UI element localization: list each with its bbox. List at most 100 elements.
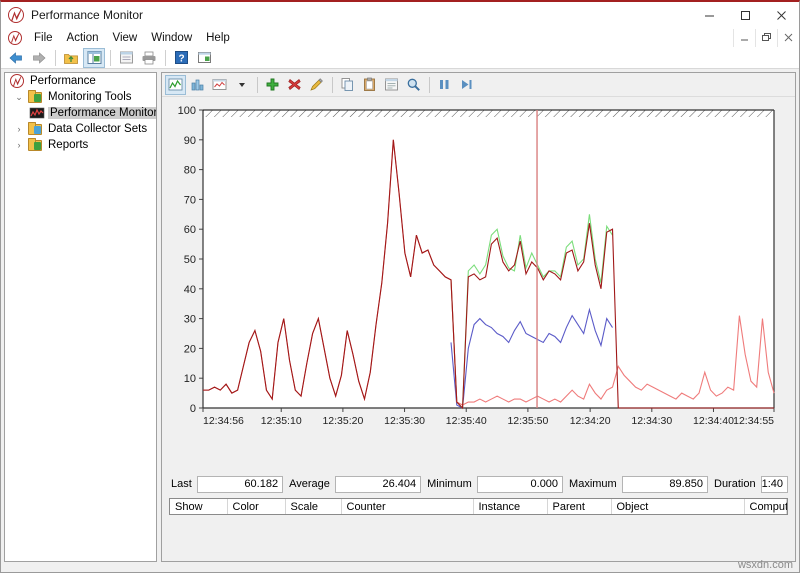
main-body: Performance ⌄ Monitoring Tools Performan…	[1, 69, 799, 572]
stat-value-last: 60.182	[197, 476, 283, 493]
window-controls	[691, 2, 799, 28]
change-graph-type-dropdown-icon[interactable]	[231, 75, 252, 95]
folder-data-icon	[27, 121, 43, 137]
y-axis-tick-label: 80	[184, 165, 196, 177]
highlight-icon[interactable]	[306, 75, 327, 95]
performance-monitor-icon	[8, 7, 24, 23]
back-icon[interactable]	[5, 48, 27, 68]
sidebar-item-data-collector-sets[interactable]: › Data Collector Sets	[5, 121, 156, 137]
sidebar-item-label: Data Collector Sets	[46, 123, 149, 135]
paste-counter-list-icon[interactable]	[359, 75, 380, 95]
max-band	[203, 110, 774, 117]
minimize-button[interactable]	[691, 2, 727, 28]
add-counter-icon[interactable]	[262, 75, 283, 95]
toolbar-separator	[55, 50, 56, 66]
mdi-close-button[interactable]	[777, 29, 799, 47]
sidebar-item-label: Monitoring Tools	[46, 91, 134, 103]
performance-monitor-small-icon	[29, 105, 45, 121]
print-icon[interactable]	[138, 48, 160, 68]
properties-icon[interactable]	[381, 75, 402, 95]
folder-monitoring-icon	[27, 89, 43, 105]
menu-item-help[interactable]: Help	[199, 30, 237, 46]
stat-value-minimum: 0.000	[477, 476, 563, 493]
up-folder-icon[interactable]	[60, 48, 82, 68]
console-tree-pane: Performance ⌄ Monitoring Tools Performan…	[4, 72, 157, 562]
stat-label-maximum: Maximum	[563, 478, 622, 490]
new-window-icon[interactable]	[193, 48, 215, 68]
x-axis-tick-label: 12:35:50	[507, 415, 548, 427]
y-axis-tick-label: 100	[178, 105, 196, 117]
column-header-instance[interactable]: Instance	[473, 499, 547, 515]
statistics-bar: Last 60.182 Average 26.404 Minimum 0.000…	[169, 473, 788, 495]
help-icon[interactable]: ?	[170, 48, 192, 68]
chevron-down-icon[interactable]: ⌄	[11, 89, 27, 105]
view-report-icon[interactable]	[209, 75, 230, 95]
y-axis-tick-label: 40	[184, 284, 196, 296]
toolbar-separator	[110, 50, 111, 66]
column-header-scale[interactable]: Scale	[285, 499, 341, 515]
column-header-color[interactable]: Color	[227, 499, 285, 515]
stat-label-duration: Duration	[708, 478, 761, 490]
chevron-right-icon[interactable]: ›	[11, 137, 27, 153]
graph-toolbar	[162, 73, 795, 97]
column-header-computer[interactable]: Computer	[744, 499, 787, 515]
column-header-parent[interactable]: Parent	[547, 499, 611, 515]
x-axis-tick-label: 12:34:20	[570, 415, 611, 427]
close-button[interactable]	[763, 2, 799, 28]
console-icon	[8, 31, 22, 45]
performance-monitor-window: Performance Monitor File Action View Win…	[0, 0, 800, 573]
copy-properties-icon[interactable]	[337, 75, 358, 95]
menu-item-file[interactable]: File	[27, 30, 60, 46]
view-graph-icon[interactable]	[165, 75, 186, 95]
y-axis-tick-label: 20	[184, 343, 196, 355]
mdi-restore-button[interactable]	[755, 29, 777, 47]
freeze-display-icon[interactable]	[434, 75, 455, 95]
column-header-object[interactable]: Object	[611, 499, 744, 515]
menu-item-view[interactable]: View	[106, 30, 145, 46]
counter-table: Show Color Scale Counter Instance Parent…	[170, 499, 787, 515]
window-title: Performance Monitor	[31, 8, 691, 22]
stat-label-minimum: Minimum	[421, 478, 477, 490]
svg-text:?: ?	[178, 54, 184, 65]
mdi-minimize-button[interactable]	[733, 29, 755, 47]
menu-item-action[interactable]: Action	[60, 30, 106, 46]
y-axis-tick-label: 30	[184, 314, 196, 326]
chart-area: 010203040506070809010012:34:5612:35:1012…	[165, 98, 792, 518]
x-axis-tick-label: 12:34:30	[631, 415, 672, 427]
zoom-icon[interactable]	[403, 75, 424, 95]
properties-icon[interactable]	[115, 48, 137, 68]
tree-root-performance[interactable]: Performance	[5, 73, 156, 89]
counter-table-header-row: Show Color Scale Counter Instance Parent…	[170, 499, 787, 515]
sidebar-item-monitoring-tools[interactable]: ⌄ Monitoring Tools	[5, 89, 156, 105]
sidebar-item-performance-monitor[interactable]: Performance Monitor	[5, 105, 156, 121]
maximize-button[interactable]	[727, 2, 763, 28]
watermark-text: wsxdn.com	[738, 559, 793, 571]
y-axis-tick-label: 0	[190, 403, 196, 415]
x-axis-tick-label: 12:35:20	[322, 415, 363, 427]
graph-toolbar-separator	[332, 77, 333, 93]
performance-icon	[9, 73, 25, 89]
toolbar-separator	[165, 50, 166, 66]
stat-value-average: 26.404	[335, 476, 421, 493]
x-axis-tick-label: 12:35:10	[261, 415, 302, 427]
column-header-show[interactable]: Show	[170, 499, 227, 515]
performance-chart[interactable]: 010203040506070809010012:34:5612:35:1012…	[165, 98, 791, 466]
column-header-counter[interactable]: Counter	[341, 499, 473, 515]
forward-icon[interactable]	[28, 48, 50, 68]
stat-label-average: Average	[283, 478, 335, 490]
chevron-right-icon[interactable]: ›	[11, 121, 27, 137]
view-histogram-icon[interactable]	[187, 75, 208, 95]
status-bar	[1, 563, 799, 572]
stat-value-maximum: 89.850	[622, 476, 708, 493]
menu-item-window[interactable]: Window	[144, 30, 199, 46]
sidebar-item-reports[interactable]: › Reports	[5, 137, 156, 153]
stat-value-duration: 1:40	[761, 476, 788, 493]
delete-counter-icon[interactable]	[284, 75, 305, 95]
counter-list[interactable]: Show Color Scale Counter Instance Parent…	[169, 498, 788, 515]
menu-bar: File Action View Window Help	[1, 28, 799, 47]
mdi-window-controls	[733, 29, 799, 47]
update-data-icon[interactable]	[456, 75, 477, 95]
sidebar-item-label: Performance Monitor	[48, 107, 157, 119]
graph-toolbar-separator	[429, 77, 430, 93]
show-hide-console-tree-icon[interactable]	[83, 48, 105, 68]
